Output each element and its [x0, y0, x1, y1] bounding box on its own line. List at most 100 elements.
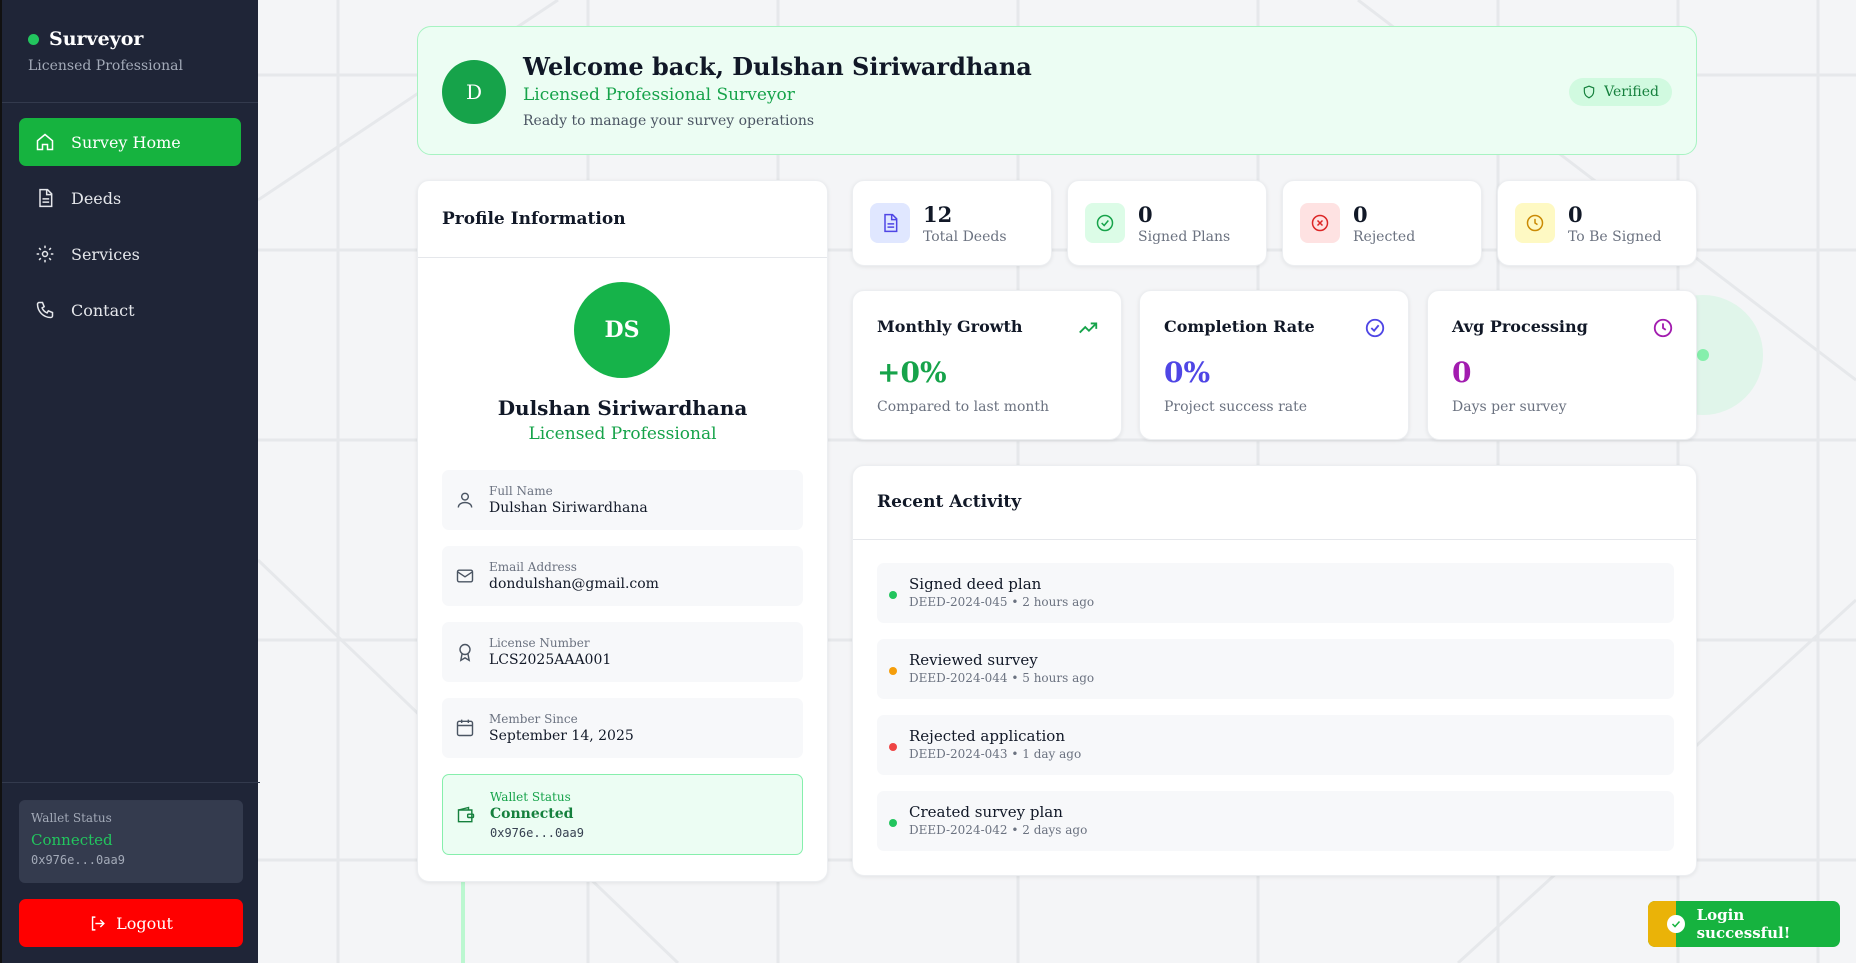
list-item[interactable]: Reviewed survey DEED-2024-044 • 5 hours … — [877, 639, 1674, 699]
verified-badge: Verified — [1569, 78, 1672, 106]
activity-heading: Recent Activity — [853, 466, 1696, 540]
recent-activity-card: Recent Activity Signed deed plan DEED-20… — [852, 465, 1697, 876]
stat-value: 0 — [1138, 201, 1153, 227]
clock-icon — [1653, 318, 1673, 338]
stat-card-rejected: 0 Rejected — [1282, 180, 1482, 266]
sidebar-item-services[interactable]: Services — [19, 230, 241, 278]
sidebar-item-label: Contact — [71, 300, 135, 320]
phone-icon — [36, 301, 54, 319]
stat-value: 12 — [923, 201, 953, 227]
sidebar-wallet-status: Wallet Status Connected 0x976e...0aa9 — [19, 800, 243, 883]
license-number-field: License Number LCS2025AAA001 — [442, 622, 803, 682]
full-name-field: Full Name Dulshan Siriwardhana — [442, 470, 803, 530]
stat-icon-box — [870, 203, 910, 243]
sidebar-item-label: Services — [71, 244, 140, 264]
stat-value: 0 — [1353, 201, 1368, 227]
field-label: Member Since — [489, 712, 578, 726]
list-item[interactable]: Signed deed plan DEED-2024-045 • 2 hours… — [877, 563, 1674, 623]
avatar: D — [442, 60, 506, 124]
sidebar-item-label: Deeds — [71, 188, 122, 208]
stat-label: To Be Signed — [1568, 228, 1662, 245]
metric-subtitle: Compared to last month — [877, 399, 1050, 415]
check-circle-icon — [1096, 214, 1114, 232]
field-value: Connected — [490, 805, 574, 822]
document-icon — [884, 213, 898, 233]
activity-meta: DEED-2024-045 • 2 hours ago — [909, 595, 1095, 609]
stat-icon-box — [1515, 203, 1555, 243]
sidebar-nav: Survey Home Deeds Services Contact — [2, 103, 258, 357]
wallet-icon — [457, 806, 475, 822]
sidebar-item-contact[interactable]: Contact — [19, 286, 241, 334]
profile-heading: Profile Information — [418, 181, 827, 258]
home-icon — [36, 133, 54, 151]
stat-label: Signed Plans — [1138, 228, 1231, 245]
stat-card-total-deeds: 12 Total Deeds — [852, 180, 1052, 266]
wallet-address: 0x976e...0aa9 — [490, 825, 584, 840]
stat-card-to-be-signed: 0 To Be Signed — [1497, 180, 1697, 266]
trending-up-icon — [1079, 322, 1098, 334]
metric-title: Monthly Growth — [877, 317, 1023, 336]
toast-notification[interactable]: Login successful! — [1648, 901, 1840, 947]
metric-value: +0% — [877, 356, 947, 389]
activity-title: Signed deed plan — [909, 575, 1042, 593]
stat-card-signed-plans: 0 Signed Plans — [1067, 180, 1267, 266]
activity-meta: DEED-2024-044 • 5 hours ago — [909, 671, 1095, 685]
wallet-label: Wallet Status — [31, 811, 112, 825]
metric-card-avg-processing: Avg Processing 0 Days per survey — [1427, 290, 1697, 440]
profile-role: Licensed Professional — [528, 424, 717, 444]
x-circle-icon — [1311, 214, 1329, 232]
profile-name: Dulshan Siriwardhana — [497, 396, 748, 420]
activity-title: Rejected application — [909, 727, 1065, 745]
brand: Surveyor Licensed Professional — [2, 0, 258, 103]
list-item[interactable]: Rejected application DEED-2024-043 • 1 d… — [877, 715, 1674, 775]
activity-meta: DEED-2024-043 • 1 day ago — [909, 747, 1082, 761]
welcome-description: Ready to manage your survey operations — [523, 113, 815, 129]
status-dot-icon — [28, 33, 39, 45]
sidebar-item-survey-home[interactable]: Survey Home — [19, 118, 241, 166]
metric-value: 0 — [1452, 356, 1472, 389]
welcome-role: Licensed Professional Surveyor — [523, 85, 795, 105]
stat-label: Total Deeds — [923, 228, 1007, 245]
metric-subtitle: Days per survey — [1452, 399, 1567, 415]
field-value: September 14, 2025 — [489, 728, 634, 744]
brand-subtitle: Licensed Professional — [28, 58, 183, 74]
stat-icon-box — [1085, 203, 1125, 243]
shield-icon — [1583, 85, 1595, 99]
field-value: dondulshan@gmail.com — [489, 576, 659, 592]
brand-title: Surveyor — [49, 28, 144, 50]
metric-title: Avg Processing — [1452, 317, 1588, 336]
status-dot-icon — [889, 667, 897, 675]
wallet-address: 0x976e...0aa9 — [31, 853, 125, 867]
status-dot-icon — [889, 819, 897, 827]
sidebar-item-label: Survey Home — [71, 132, 181, 152]
gear-icon — [36, 245, 54, 263]
metric-card-completion-rate: Completion Rate 0% Project success rate — [1139, 290, 1409, 440]
field-value: Dulshan Siriwardhana — [489, 500, 648, 516]
metric-title: Completion Rate — [1164, 317, 1315, 336]
user-icon — [457, 492, 473, 508]
list-item[interactable]: Created survey plan DEED-2024-042 • 2 da… — [877, 791, 1674, 851]
field-label: Wallet Status — [490, 789, 571, 804]
sidebar-divider — [2, 782, 260, 783]
sidebar: Surveyor Licensed Professional Survey Ho… — [0, 0, 260, 963]
document-icon — [39, 188, 53, 208]
mail-icon — [456, 569, 474, 583]
field-label: License Number — [489, 636, 590, 650]
logout-button[interactable]: Logout — [19, 899, 243, 947]
field-label: Full Name — [489, 484, 553, 498]
check-circle-icon — [1365, 318, 1385, 338]
status-dot-icon — [889, 743, 897, 751]
toast-message: Login successful! — [1696, 906, 1791, 942]
welcome-title: Welcome back, Dulshan Siriwardhana — [523, 52, 1032, 81]
stat-value: 0 — [1568, 201, 1583, 227]
profile-card: Profile Information DS Dulshan Siriwardh… — [417, 180, 828, 882]
check-icon — [1667, 915, 1685, 933]
award-icon — [459, 643, 471, 662]
member-since-field: Member Since September 14, 2025 — [442, 698, 803, 758]
sidebar-item-deeds[interactable]: Deeds — [19, 174, 241, 222]
metric-value: 0% — [1164, 356, 1211, 389]
wallet-status: Connected — [31, 831, 113, 849]
field-value: LCS2025AAA001 — [489, 652, 612, 668]
wallet-status-field: Wallet Status Connected 0x976e...0aa9 — [442, 774, 803, 855]
stat-label: Rejected — [1353, 228, 1416, 245]
